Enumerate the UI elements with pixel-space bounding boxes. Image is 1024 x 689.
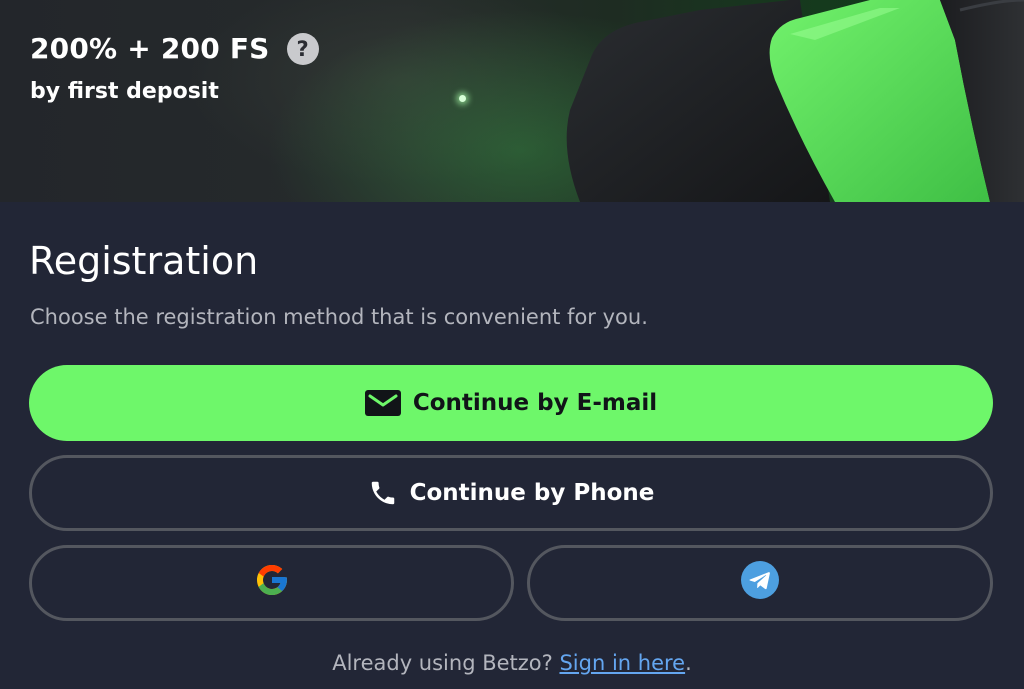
signin-link[interactable]: Sign in here — [559, 651, 685, 675]
registration-description: Choose the registration method that is c… — [30, 305, 648, 329]
google-icon — [254, 562, 290, 604]
help-icon[interactable]: ? — [286, 33, 319, 65]
page-title: Registration — [29, 239, 259, 283]
promo-banner: 200% + 200 FS ? by first deposit — [0, 0, 1024, 202]
bonus-subtitle: by first deposit — [30, 79, 219, 104]
signin-prompt-text: Already using Betzo? — [332, 651, 553, 675]
signin-prompt: Already using Betzo? Sign in here. — [0, 647, 1024, 679]
continue-email-button[interactable]: Continue by E-mail — [29, 365, 993, 441]
sparkle-decoration — [459, 95, 466, 102]
bonus-title: 200% + 200 FS — [30, 32, 270, 65]
continue-phone-button[interactable]: Continue by Phone — [29, 455, 993, 531]
google-signup-button[interactable] — [29, 545, 514, 621]
phone-icon — [368, 476, 398, 510]
telegram-signup-button[interactable] — [527, 545, 993, 621]
phone-button-label: Continue by Phone — [409, 480, 655, 506]
envelope-icon — [364, 390, 401, 416]
email-button-label: Continue by E-mail — [412, 390, 658, 416]
telegram-icon — [741, 561, 779, 605]
registration-page: 200% + 200 FS ? by first deposit Registr… — [0, 0, 1024, 689]
signin-period: . — [685, 651, 692, 675]
bonus-title-row: 200% + 200 FS ? — [30, 30, 319, 68]
